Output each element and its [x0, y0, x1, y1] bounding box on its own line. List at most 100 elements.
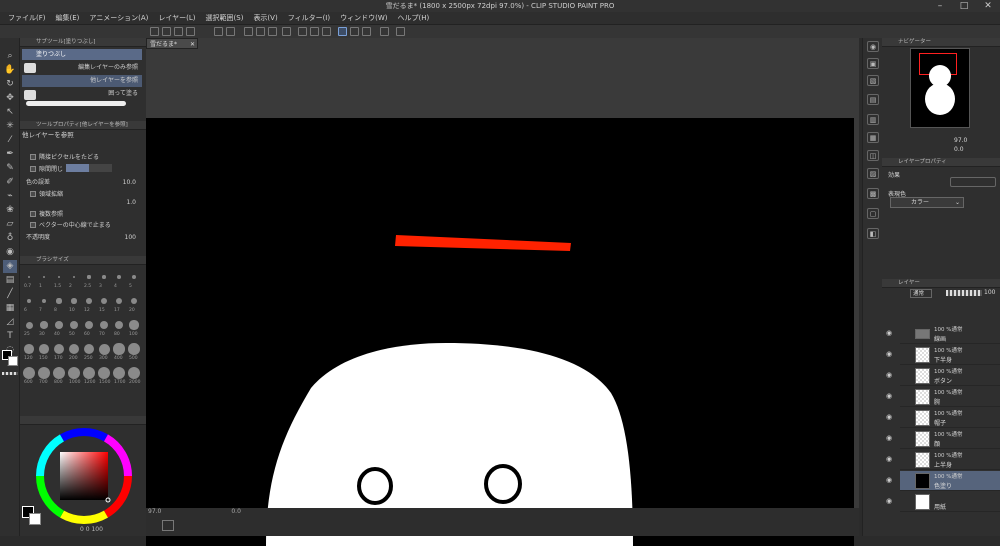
layer-tab[interactable]: レイヤー	[882, 279, 1000, 288]
brush-size-cell[interactable]: 1200	[82, 364, 96, 386]
subtool-group[interactable]: 塗りつぶし	[22, 49, 142, 60]
layer-row[interactable]: ◉ 100 %通常顔	[886, 429, 1000, 449]
brush-size-cell[interactable]: 100	[127, 316, 141, 338]
minimize-button[interactable]: –	[928, 0, 952, 12]
menu-edit[interactable]: 編集(E)	[51, 12, 85, 25]
brush-size-cell[interactable]: 1.5	[52, 268, 66, 290]
color-wheel[interactable]	[32, 426, 136, 526]
brush-size-cell[interactable]: 600	[22, 364, 36, 386]
checkbox[interactable]	[30, 154, 36, 160]
brush-size-cell[interactable]: 70	[97, 316, 111, 338]
brush-size-cell[interactable]: 1	[37, 268, 51, 290]
brush-size-cell[interactable]: 7	[37, 292, 51, 314]
brush-size-cell[interactable]: 400	[112, 340, 126, 362]
checkbox[interactable]	[30, 211, 36, 217]
layer-search-icon[interactable]: ▦	[867, 132, 879, 143]
option-close-gap[interactable]: 隙間閉じ	[22, 164, 142, 176]
sub-view-icon[interactable]: ▧	[867, 75, 879, 86]
hand-tool-icon[interactable]: ✋	[3, 64, 17, 77]
layer-row[interactable]: ◉ 100 %通常腕	[886, 387, 1000, 407]
brush-size-cell[interactable]: 15	[97, 292, 111, 314]
option-value[interactable]: 10.0	[123, 177, 136, 189]
close-button[interactable]: ✕	[976, 0, 1000, 12]
decoration-tool-icon[interactable]: ❀	[3, 204, 17, 217]
brush-size-cell[interactable]: 5	[127, 268, 141, 290]
eyedropper-icon[interactable]: ⁄	[3, 134, 17, 147]
move-tool-icon[interactable]: ✥	[3, 92, 17, 105]
zoom-value[interactable]: 97.0	[148, 508, 161, 515]
frame-tool-icon[interactable]: ▦	[3, 302, 17, 315]
pen-tool-icon[interactable]: ✒	[3, 148, 17, 161]
maximize-button[interactable]: □	[952, 0, 976, 12]
brush-size-cell[interactable]: 2.5	[82, 268, 96, 290]
figure-tool-icon[interactable]: ╱	[3, 288, 17, 301]
brush-size-cell[interactable]: 2	[67, 268, 81, 290]
settings-icon[interactable]	[396, 27, 405, 36]
zoom-tool-icon[interactable]: ⌕	[3, 50, 17, 63]
new-file-icon[interactable]	[150, 27, 159, 36]
fill-icon[interactable]	[268, 27, 277, 36]
close-tab-icon[interactable]: ✕	[190, 39, 197, 50]
snap-ruler-icon[interactable]	[338, 27, 347, 36]
snap-grid-icon[interactable]	[362, 27, 371, 36]
brush-size-cell[interactable]: 4	[112, 268, 126, 290]
layer-row[interactable]: ◉ 100 %通常 上半身	[886, 450, 1000, 470]
color-bar-icon[interactable]	[380, 27, 389, 36]
brush-size-cell[interactable]: 700	[37, 364, 51, 386]
brush-size-cell[interactable]: 30	[37, 316, 51, 338]
text-tool-icon[interactable]: T	[3, 330, 17, 343]
undo-icon[interactable]	[214, 27, 223, 36]
brush-size-cell[interactable]: 3	[97, 268, 111, 290]
option-value[interactable]: 100	[125, 232, 136, 244]
brush-size-cell[interactable]: 10	[67, 292, 81, 314]
brush-size-cell[interactable]: 0.7	[22, 268, 36, 290]
menu-view[interactable]: 表示(V)	[248, 12, 282, 25]
navigator-icon[interactable]: ▣	[867, 58, 879, 69]
brush-size-cell[interactable]: 6	[22, 292, 36, 314]
expand-selection-icon[interactable]	[322, 27, 331, 36]
brush-size-cell[interactable]: 40	[52, 316, 66, 338]
airbrush-tool-icon[interactable]: ⌁	[3, 190, 17, 203]
checkbox[interactable]	[30, 166, 36, 172]
effect-buttons[interactable]	[950, 177, 996, 187]
eye-icon[interactable]: ◉	[886, 413, 892, 421]
info-icon[interactable]: ▤	[867, 94, 879, 105]
brush-size-cell[interactable]: 200	[67, 340, 81, 362]
brush-size-cell[interactable]: 80	[112, 316, 126, 338]
document-tab[interactable]: 雪だるま* ✕	[146, 38, 198, 49]
quick-access-icon[interactable]: ◧	[867, 228, 879, 239]
brush-tool-icon[interactable]: ✐	[3, 176, 17, 189]
menu-help[interactable]: ヘルプ(H)	[392, 12, 434, 25]
brush-size-cell[interactable]: 12	[82, 292, 96, 314]
brush-size-cell[interactable]: 300	[97, 340, 111, 362]
eye-icon[interactable]: ◉	[886, 476, 892, 484]
redo-icon[interactable]	[226, 27, 235, 36]
opacity-slider[interactable]	[946, 290, 982, 296]
menu-filter[interactable]: フィルター(I)	[283, 12, 335, 25]
eye-icon[interactable]: ◉	[886, 350, 892, 358]
eraser-tool-icon[interactable]: ▱	[3, 218, 17, 231]
magic-wand-icon[interactable]: ✳	[3, 120, 17, 133]
checkbox[interactable]	[30, 222, 36, 228]
auto-action-icon[interactable]: ▨	[867, 168, 879, 179]
canvas-icon[interactable]	[162, 520, 174, 531]
eye-icon[interactable]: ◉	[886, 455, 892, 463]
eye-icon[interactable]: ◉	[886, 392, 892, 400]
gap-level-selector[interactable]	[66, 164, 113, 172]
option-stop-vector[interactable]: ベクターの中心線で止まる	[22, 220, 142, 232]
eye-icon[interactable]: ◉	[886, 329, 892, 337]
layer-row[interactable]: ◉ 100 %通常 下半身	[886, 345, 1000, 365]
option-value[interactable]: 1.0	[126, 197, 136, 209]
canvas-area[interactable]	[146, 38, 859, 546]
operation-tool-icon[interactable]: ↖	[3, 106, 17, 119]
snap-special-ruler-icon[interactable]	[350, 27, 359, 36]
brush-size-cell[interactable]: 1500	[97, 364, 111, 386]
navigator-angle[interactable]: 0.0	[954, 146, 964, 153]
layer-row[interactable]: ◉ 100 %通常 ボタン	[886, 366, 1000, 386]
brush-size-cell[interactable]: 17	[112, 292, 126, 314]
menu-window[interactable]: ウィンドウ(W)	[335, 12, 392, 25]
navigator-zoom[interactable]: 97.0	[954, 137, 967, 144]
layer-row[interactable]: ◉ 用紙	[886, 492, 1000, 512]
blend-tool-icon[interactable]: ♁	[3, 232, 17, 245]
rotate-tool-icon[interactable]: ↻	[3, 78, 17, 91]
